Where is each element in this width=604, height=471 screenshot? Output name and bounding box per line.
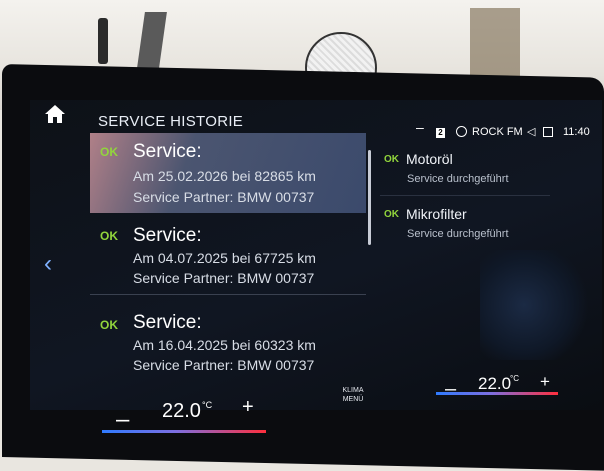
- ok-badge: OK: [384, 154, 399, 165]
- history-partner: Service Partner: BMW 00737: [133, 270, 315, 286]
- history-heading: Service:: [133, 141, 202, 162]
- radio-icon: [456, 126, 467, 137]
- home-icon[interactable]: [43, 103, 67, 125]
- map-background: [480, 250, 590, 360]
- detail-sub: Service durchgeführt: [407, 228, 509, 240]
- row-divider: [90, 294, 366, 295]
- handle-icon: –: [416, 119, 424, 135]
- ok-badge: OK: [384, 209, 399, 220]
- climate-menu-label: KLIMA: [342, 387, 364, 394]
- temperature-unit: °C: [202, 400, 213, 410]
- history-partner: Service Partner: BMW 00737: [133, 357, 315, 373]
- passenger-temp-increase-button[interactable]: +: [540, 372, 550, 392]
- ok-badge: OK: [100, 318, 118, 332]
- ok-badge: OK: [100, 229, 118, 243]
- history-item[interactable]: OK Service: Am 16.04.2025 bei 60323 km S…: [90, 298, 366, 378]
- history-date: Am 25.02.2026 bei 82865 km: [133, 168, 316, 184]
- detail-sub: Service durchgeführt: [407, 173, 509, 185]
- list-scrollbar[interactable]: [368, 150, 371, 245]
- radio-station[interactable]: ROCK FM: [472, 126, 523, 138]
- history-item[interactable]: OK Service: Am 25.02.2026 bei 82865 km S…: [90, 133, 366, 213]
- notification-badge: 2: [436, 128, 445, 138]
- detail-divider: [380, 195, 550, 196]
- service-history-list: OK Service: Am 25.02.2026 bei 82865 km S…: [90, 133, 366, 395]
- status-bar: – 2 ROCK FM ◁ 11:40: [410, 119, 600, 143]
- background-object: [98, 18, 108, 64]
- page-title: SERVICE HISTORIE: [98, 113, 244, 130]
- clock: 11:40: [563, 126, 590, 138]
- chevron-left-icon[interactable]: ‹: [44, 252, 62, 276]
- detail-name: Motoröl: [406, 151, 453, 167]
- detail-name: Mikrofilter: [406, 206, 467, 222]
- message-icon[interactable]: [543, 127, 553, 137]
- temperature-unit: °C: [510, 374, 519, 383]
- climate-menu-button[interactable]: KLIMA MENÜ: [333, 386, 373, 404]
- history-heading: Service:: [133, 312, 202, 333]
- driver-temperature: 22.0: [162, 400, 201, 422]
- volume-icon: ◁: [527, 126, 536, 138]
- passenger-temperature: 22.0: [478, 374, 512, 393]
- history-date: Am 04.07.2025 bei 67725 km: [133, 250, 316, 266]
- history-date: Am 16.04.2025 bei 60323 km: [133, 337, 316, 353]
- ok-badge: OK: [100, 145, 118, 159]
- climate-bar: – 22.0 °C + KLIMA MENÜ – 22.0 °C +: [90, 372, 602, 452]
- temp-increase-button[interactable]: +: [242, 396, 254, 419]
- temperature-gradient[interactable]: [102, 430, 266, 433]
- history-partner: Service Partner: BMW 00737: [133, 189, 315, 205]
- history-heading: Service:: [133, 225, 202, 246]
- passenger-temp-decrease-button[interactable]: –: [445, 378, 456, 401]
- history-item[interactable]: OK Service: Am 04.07.2025 bei 67725 km S…: [90, 215, 366, 295]
- climate-menu-label: MENÜ: [342, 396, 364, 403]
- passenger-temperature-gradient[interactable]: [436, 392, 558, 395]
